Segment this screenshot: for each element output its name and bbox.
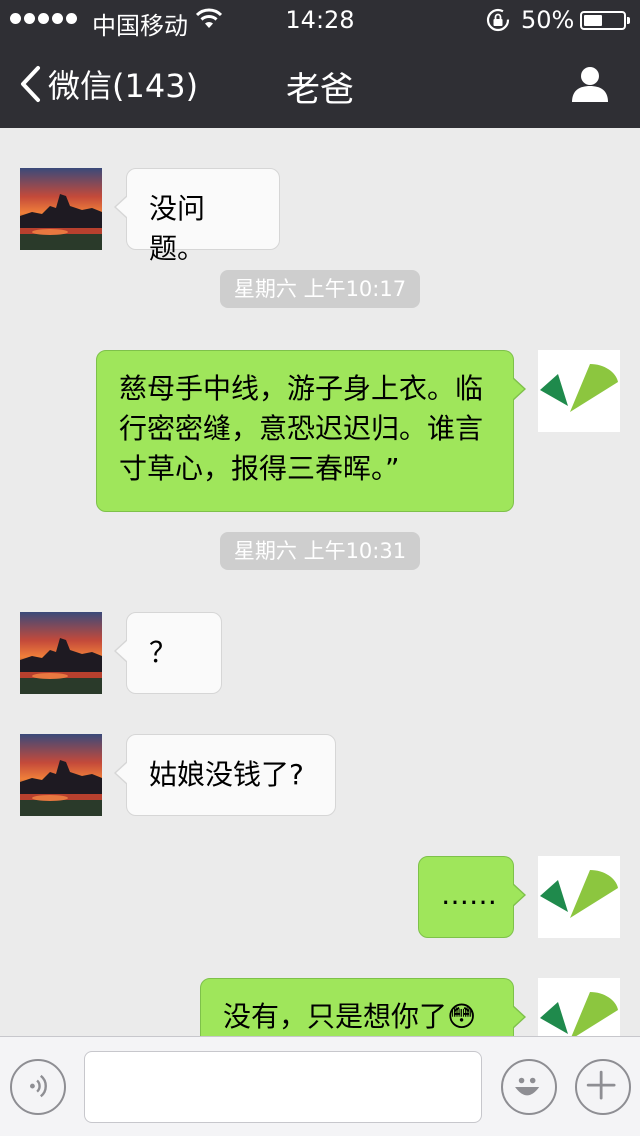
chat-area[interactable]: 没问题。 星期六 上午10:17 慈母手中线，游子身上衣。临 行密密缝，意恐迟迟… bbox=[0, 128, 640, 1036]
message-text: 没问题。 bbox=[149, 192, 206, 265]
my-avatar[interactable] bbox=[538, 350, 620, 432]
message-bubble-outgoing[interactable]: …… bbox=[418, 856, 526, 938]
message-text-line: 慈母手中线，游子身上衣。临 bbox=[119, 372, 484, 405]
plus-icon bbox=[586, 1070, 616, 1100]
my-avatar[interactable] bbox=[538, 978, 620, 1036]
emoji-button[interactable] bbox=[501, 1059, 557, 1115]
voice-button[interactable] bbox=[10, 1059, 66, 1115]
message-text: ？ bbox=[149, 636, 178, 669]
blushing-face-emoji: 😳 bbox=[447, 1000, 477, 1033]
rotation-lock-icon bbox=[486, 8, 510, 32]
message-bubble-incoming[interactable]: ？ bbox=[114, 612, 222, 694]
message-bubble-incoming[interactable]: 姑娘没钱了? bbox=[114, 734, 336, 816]
my-avatar[interactable] bbox=[538, 856, 620, 938]
voice-icon bbox=[30, 1074, 47, 1098]
smiley-icon bbox=[515, 1077, 540, 1096]
person-icon[interactable] bbox=[570, 64, 610, 104]
add-button[interactable] bbox=[575, 1059, 631, 1115]
message-text: 姑娘没钱了? bbox=[149, 758, 304, 791]
message-text-line: 行密密缝，意恐迟迟归。谁言 bbox=[119, 412, 484, 445]
contact-avatar[interactable] bbox=[20, 168, 102, 250]
battery-icon bbox=[580, 11, 630, 30]
message-input[interactable] bbox=[84, 1051, 482, 1123]
timestamp-label: 星期六 上午10:31 bbox=[220, 532, 420, 570]
nav-bar: 微信(143) 老爸 bbox=[0, 40, 640, 128]
status-bar: 中国移动 14:28 50% bbox=[0, 0, 640, 40]
message-bubble-outgoing[interactable]: 没有，只是想你了😳 bbox=[200, 978, 526, 1036]
message-text: …… bbox=[441, 878, 497, 911]
contact-avatar[interactable] bbox=[20, 612, 102, 694]
timestamp-label: 星期六 上午10:17 bbox=[220, 270, 420, 308]
input-bar bbox=[0, 1036, 640, 1136]
message-text-line: 寸草心，报得三春晖。” bbox=[119, 452, 400, 485]
contact-avatar[interactable] bbox=[20, 734, 102, 816]
message-bubble-outgoing[interactable]: 慈母手中线，游子身上衣。临 行密密缝，意恐迟迟归。谁言 寸草心，报得三春晖。” bbox=[96, 350, 526, 512]
message-bubble-incoming[interactable]: 没问题。 bbox=[114, 168, 280, 265]
battery-percent: 50% bbox=[521, 6, 575, 34]
message-text: 没有，只是想你了 bbox=[223, 1000, 448, 1033]
top-bar: 中国移动 14:28 50% 微信(143) 老爸 bbox=[0, 0, 640, 128]
chat-title: 老爸 bbox=[286, 70, 354, 110]
